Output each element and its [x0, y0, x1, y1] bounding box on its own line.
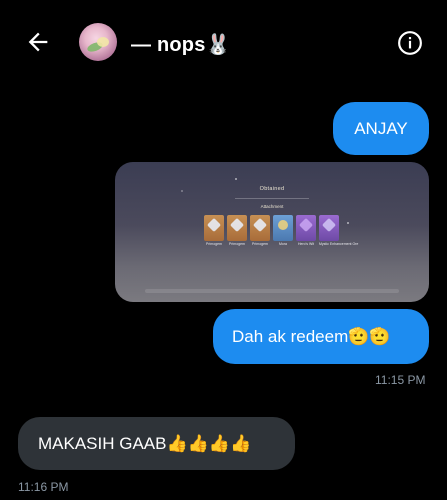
reward-item: Primogem — [250, 215, 270, 246]
contact-name[interactable]: — nops🐰 — [131, 32, 231, 57]
back-arrow-icon[interactable] — [24, 28, 52, 56]
image-title: Obtained — [259, 186, 285, 192]
chat-header: — nops🐰 — [0, 0, 447, 84]
reward-item: Mystic Enhancement Ore — [319, 215, 358, 246]
reward-item: Primogem — [204, 215, 224, 246]
reward-items: Primogem Primogem Primogem Mora Hero's W… — [204, 215, 358, 246]
info-circle-icon[interactable] — [397, 30, 423, 56]
message-timestamp: 11:16 PM — [18, 480, 69, 494]
reward-item: Mora — [273, 215, 293, 246]
avatar[interactable] — [79, 23, 117, 61]
reward-item: Primogem — [227, 215, 247, 246]
message-text: MAKASIH GAAB👍👍👍👍 — [38, 434, 252, 453]
message-timestamp: 11:15 PM — [375, 373, 426, 387]
message-text: ANJAY — [354, 119, 408, 138]
message-bubble-incoming[interactable]: MAKASIH GAAB👍👍👍👍 — [18, 417, 295, 470]
message-bubble-outgoing[interactable]: Dah ak redeem🫡🫡 — [213, 309, 429, 364]
reward-item: Hero's Wit — [296, 215, 316, 246]
message-image[interactable]: Obtained Attachment Primogem Primogem Pr… — [115, 162, 429, 302]
image-subtitle: Attachment — [260, 204, 284, 209]
message-bubble-outgoing[interactable]: ANJAY — [333, 102, 429, 155]
message-text: Dah ak redeem🫡🫡 — [232, 327, 391, 346]
